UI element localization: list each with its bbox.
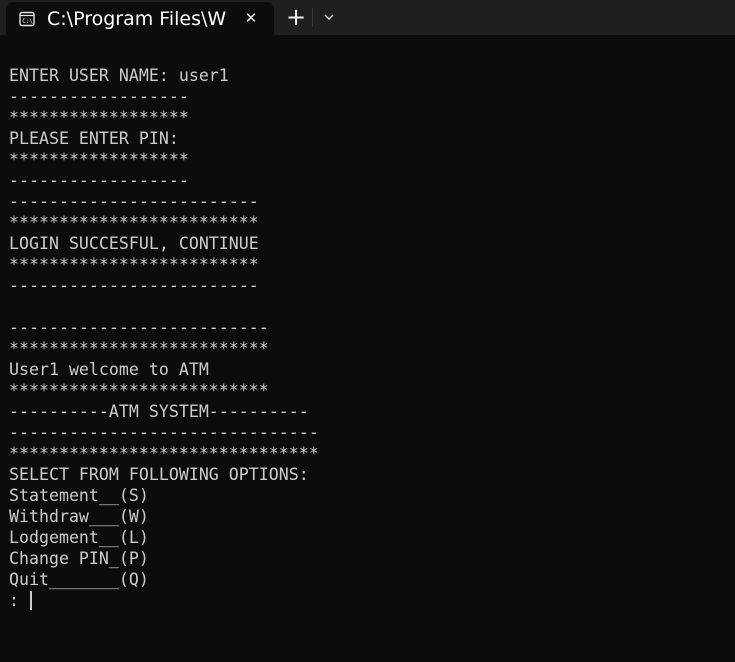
terminal-line: ************************* xyxy=(9,255,259,274)
terminal-lines: ENTER USER NAME: user1 -----------------… xyxy=(9,65,319,611)
terminal-line: Statement__(S) xyxy=(9,486,149,505)
tab-separator xyxy=(312,8,313,27)
terminal-icon: C:\ xyxy=(19,11,35,27)
terminal-line: ------------------ xyxy=(9,171,189,190)
terminal-line: Withdraw___(W) xyxy=(9,507,149,526)
terminal-line: Lodgement__(L) xyxy=(9,528,149,547)
terminal-line: ------------------------------- xyxy=(9,423,319,442)
terminal-line: Quit_______(Q) xyxy=(9,570,149,589)
terminal-line: ----------ATM SYSTEM---------- xyxy=(9,402,309,421)
terminal-line: Change PIN_(P) xyxy=(9,549,149,568)
terminal-line: SELECT FROM FOLLOWING OPTIONS: xyxy=(9,465,309,484)
terminal-output[interactable]: ENTER USER NAME: user1 -----------------… xyxy=(9,35,729,655)
terminal-line: ****************** xyxy=(9,108,189,127)
terminal-prompt: : xyxy=(9,591,29,610)
terminal-line: LOGIN SUCCESFUL, CONTINUE xyxy=(9,234,259,253)
tab-bar: C:\ C:\Program Files\W ✕ + xyxy=(0,0,735,35)
tab-title: C:\Program Files\W xyxy=(47,8,227,30)
terminal-line: ************************* xyxy=(9,213,259,232)
terminal-line: PLEASE ENTER PIN: xyxy=(9,129,179,148)
tab-active[interactable]: C:\ C:\Program Files\W ✕ xyxy=(6,2,274,35)
chevron-down-icon[interactable] xyxy=(319,6,339,28)
terminal-prompt-line[interactable]: : xyxy=(9,590,319,611)
svg-text:C:\: C:\ xyxy=(22,18,33,25)
text-cursor xyxy=(29,591,32,610)
terminal-line: -------------------------- xyxy=(9,318,269,337)
terminal-line: ************************** xyxy=(9,339,269,358)
terminal-line: ------------------ xyxy=(9,87,189,106)
terminal-line: ******************************* xyxy=(9,444,319,463)
new-tab-button[interactable]: + xyxy=(283,4,309,30)
terminal-line: User1 welcome to ATM xyxy=(9,360,209,379)
terminal-window: C:\ C:\Program Files\W ✕ + ENTER USER NA… xyxy=(0,0,735,662)
terminal-line: ************************** xyxy=(9,381,269,400)
terminal-line: ------------------------- xyxy=(9,276,259,295)
terminal-line: ENTER USER NAME: user1 xyxy=(9,66,229,85)
close-icon[interactable]: ✕ xyxy=(241,8,261,28)
terminal-line: ------------------------- xyxy=(9,192,259,211)
terminal-line: ****************** xyxy=(9,150,189,169)
